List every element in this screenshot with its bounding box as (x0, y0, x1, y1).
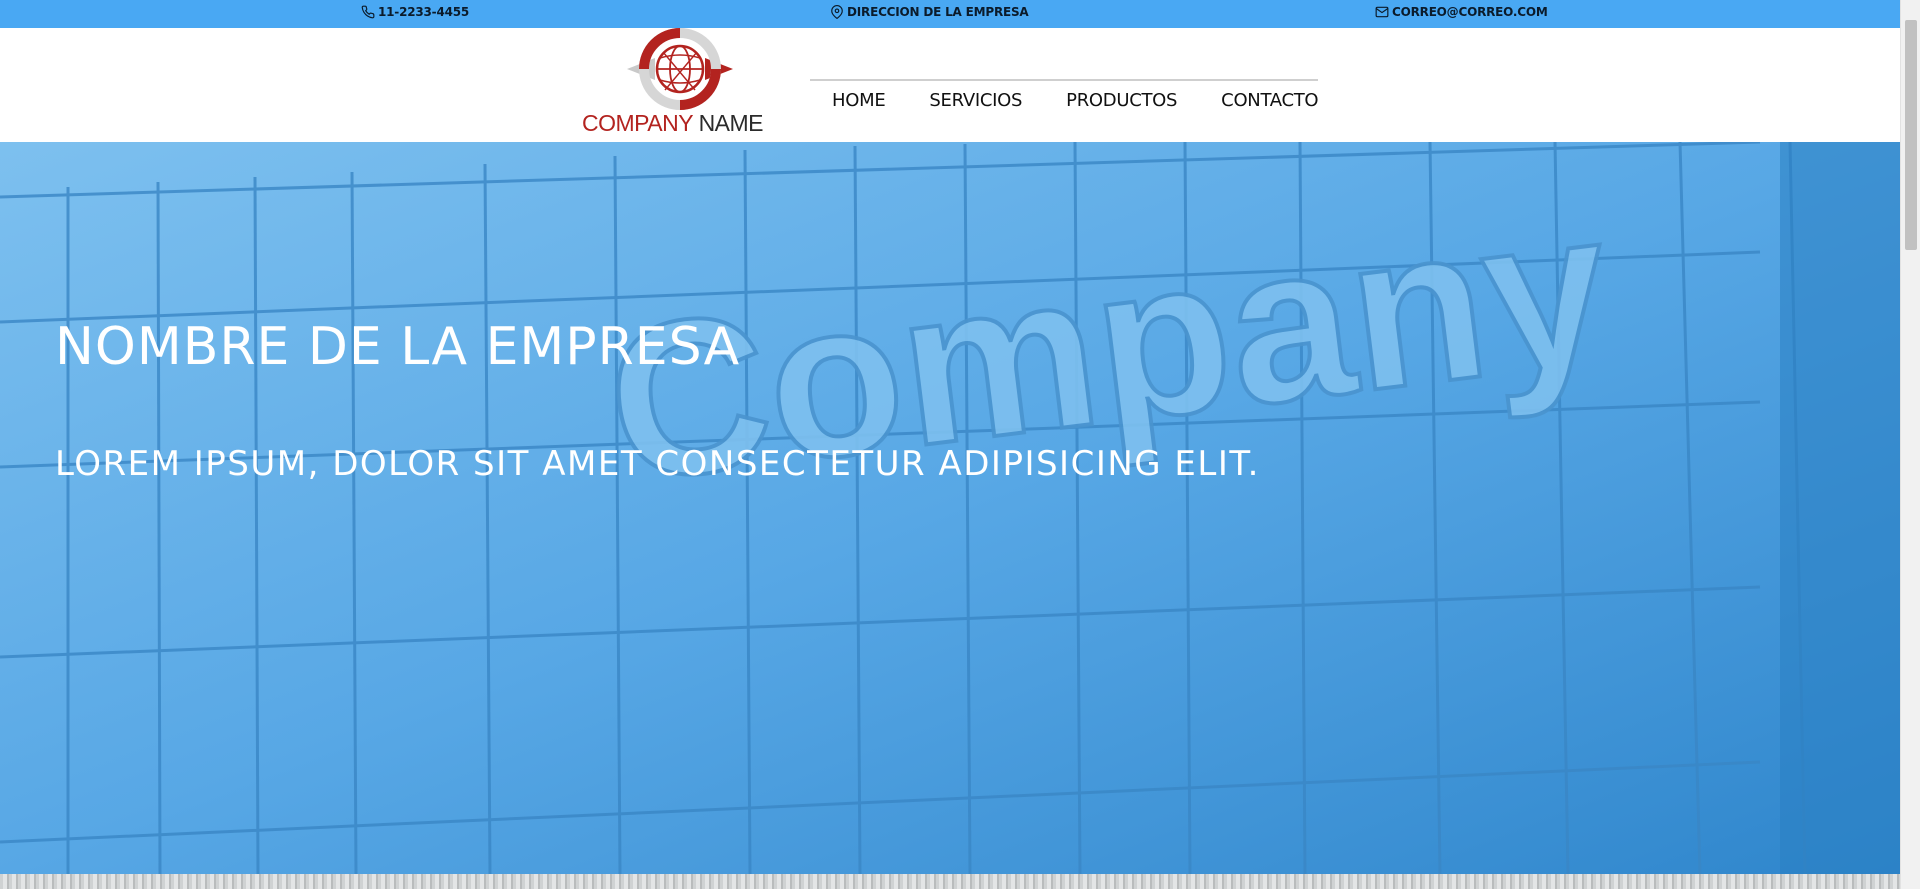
textured-divider (0, 874, 1900, 889)
site-header: COMPANY NAME HOME SERVICIOS PRODUCTOS CO… (0, 28, 1900, 142)
globe-logo-icon (627, 28, 733, 110)
email-text: CORREO@CORREO.COM (1392, 5, 1548, 19)
phone-text: 11-2233-4455 (378, 5, 470, 19)
hero-banner: Company NOMBRE DE LA EMPRESA LOREM IPSUM… (0, 142, 1900, 874)
hero-title: NOMBRE DE LA EMPRESA (55, 317, 741, 377)
nav-home[interactable]: HOME (810, 81, 907, 111)
mail-icon (1375, 6, 1389, 18)
hero-subtitle: LOREM IPSUM, DOLOR SIT AMET CONSECTETUR … (55, 444, 1260, 484)
nav-servicios[interactable]: SERVICIOS (907, 81, 1044, 111)
contact-phone[interactable]: 11-2233-4455 (361, 5, 469, 19)
company-logo[interactable]: COMPANY NAME (580, 28, 770, 140)
logo-word-company: COMPANY (582, 110, 693, 136)
logo-wordmark: COMPANY NAME (582, 110, 764, 137)
nav-contacto[interactable]: CONTACTO (1199, 81, 1340, 111)
main-nav: HOME SERVICIOS PRODUCTOS CONTACTO (810, 79, 1319, 111)
contact-address[interactable]: DIRECCION DE LA EMPRESA (830, 5, 1029, 19)
map-pin-icon (831, 5, 843, 19)
building-glass-background: Company (0, 142, 1900, 874)
logo-word-name: NAME (698, 110, 764, 136)
contact-bar: 11-2233-4455 DIRECCION DE LA EMPRESA COR… (0, 0, 1900, 28)
scrollbar-thumb[interactable] (1905, 20, 1917, 250)
page-scrollbar[interactable] (1900, 0, 1920, 889)
phone-icon (361, 5, 375, 19)
address-text: DIRECCION DE LA EMPRESA (847, 5, 1029, 19)
contact-email[interactable]: CORREO@CORREO.COM (1375, 5, 1548, 19)
nav-productos[interactable]: PRODUCTOS (1044, 81, 1199, 111)
